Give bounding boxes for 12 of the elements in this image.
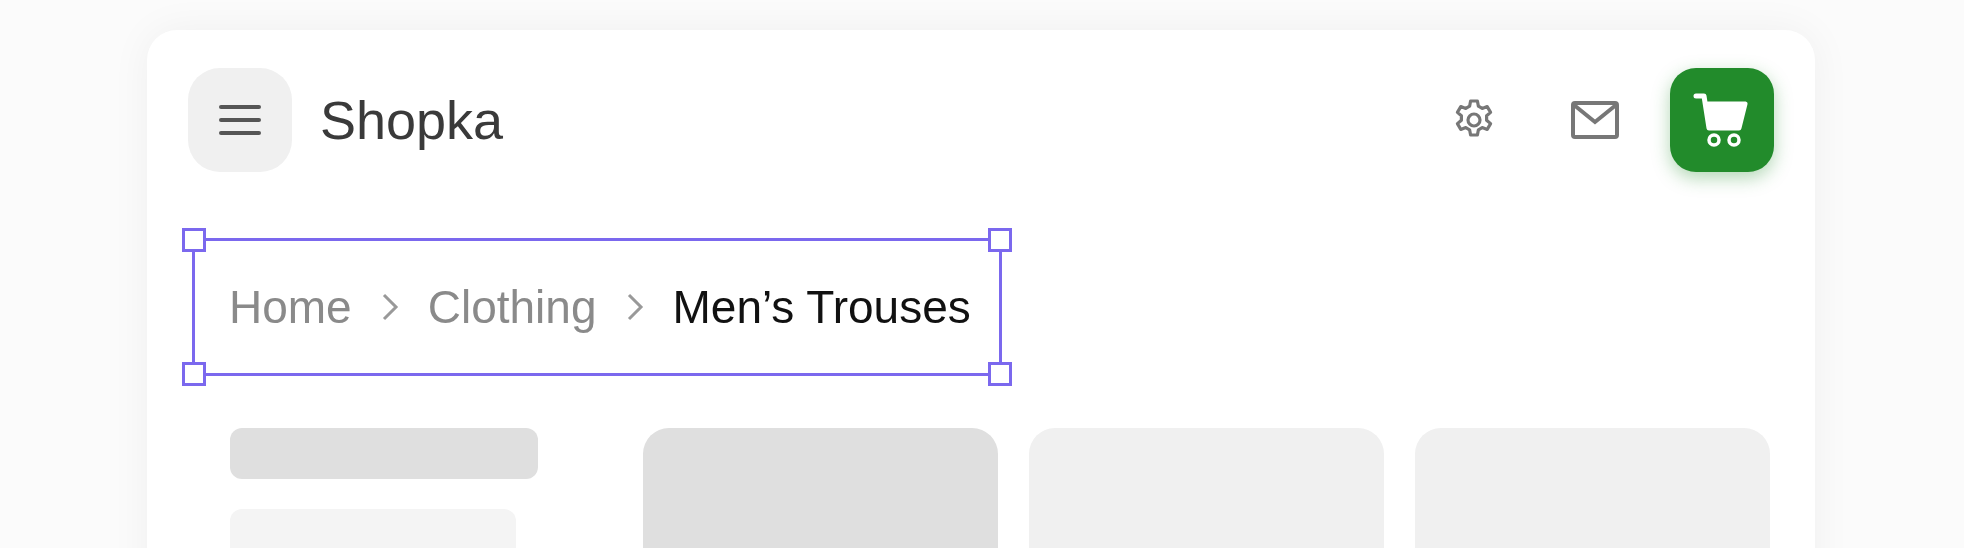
store-title: Shopka [320,89,504,151]
resize-handle[interactable] [987,228,1012,252]
resize-handle[interactable] [182,228,206,252]
resize-handle[interactable] [182,362,206,386]
mail-icon[interactable] [1570,100,1620,140]
menu-icon [218,103,262,137]
resize-handle[interactable] [987,362,1012,386]
menu-button[interactable] [188,68,292,172]
breadcrumb-link[interactable]: Men’s Trouses [672,280,971,334]
breadcrumb-link[interactable]: Home [229,280,352,334]
cart-button[interactable] [1670,68,1774,172]
breadcrumb-link[interactable]: Clothing [427,280,597,334]
